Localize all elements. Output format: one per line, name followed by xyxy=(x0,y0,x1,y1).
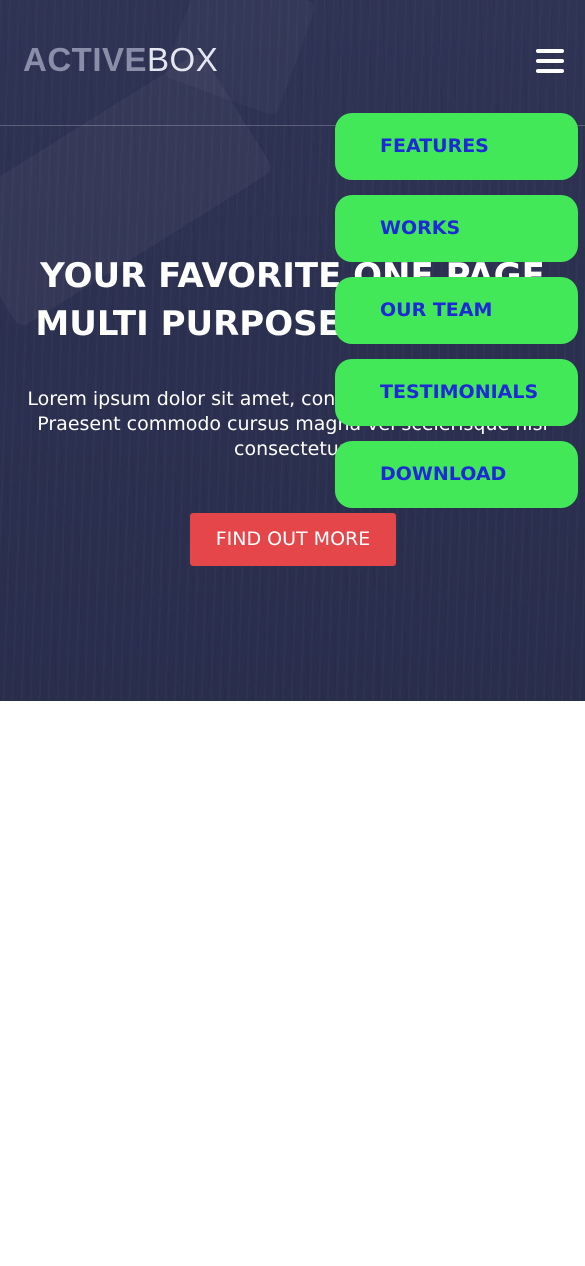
nav-item-label: FEATURES xyxy=(380,135,489,157)
nav-item-testimonials[interactable]: TESTIMONIALS xyxy=(335,359,578,426)
nav-item-download[interactable]: DOWNLOAD xyxy=(335,441,578,508)
nav-item-features[interactable]: FEATURES xyxy=(335,113,578,180)
logo-bold-text: ACTIVE xyxy=(23,41,148,78)
hamburger-menu-icon[interactable] xyxy=(536,49,564,73)
nav-item-label: OUR TEAM xyxy=(380,299,493,321)
nav-item-works[interactable]: WORKS xyxy=(335,195,578,262)
nav-dropdown-menu: FEATURES WORKS OUR TEAM TESTIMONIALS DOW… xyxy=(335,113,578,509)
site-header: ACTIVEBOX xyxy=(0,0,585,126)
nav-item-label: TESTIMONIALS xyxy=(380,381,539,403)
hamburger-bar xyxy=(536,49,564,53)
find-out-more-button[interactable]: FIND OUT MORE xyxy=(190,513,396,566)
nav-item-label: WORKS xyxy=(380,217,461,239)
page-body-blank xyxy=(0,701,585,1266)
logo-light-text: BOX xyxy=(147,41,219,78)
nav-item-our-team[interactable]: OUR TEAM xyxy=(335,277,578,344)
hamburger-bar xyxy=(536,69,564,73)
logo[interactable]: ACTIVEBOX xyxy=(23,40,218,80)
nav-item-label: DOWNLOAD xyxy=(380,463,507,485)
hamburger-bar xyxy=(536,59,564,63)
